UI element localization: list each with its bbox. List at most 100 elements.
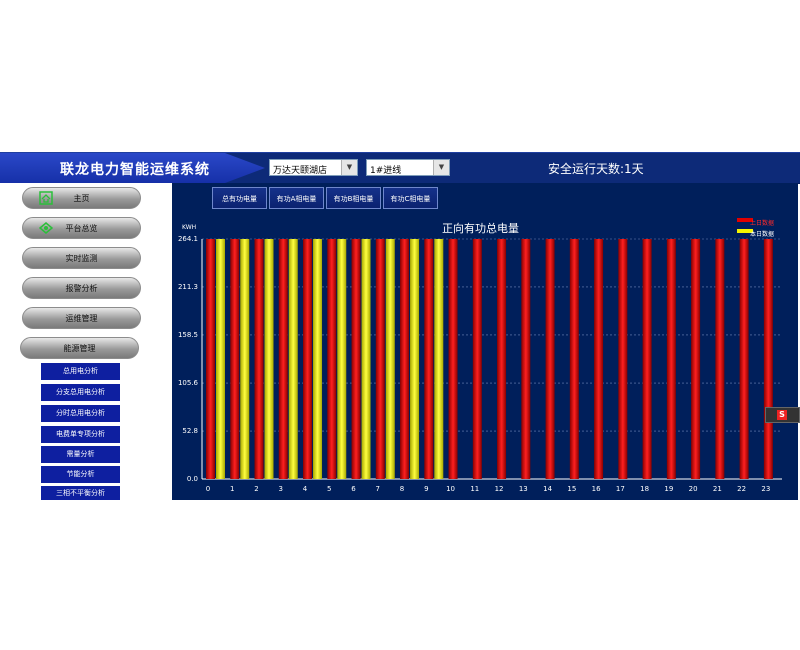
- x-tick-label: 1: [230, 485, 234, 493]
- x-tick-label: 21: [713, 485, 722, 493]
- bar-prev-day: [642, 239, 652, 479]
- x-tick-label: 12: [495, 485, 504, 493]
- bar-prev-day: [424, 239, 434, 479]
- x-tick-label: 9: [424, 485, 428, 493]
- x-tick-label: 18: [640, 485, 649, 493]
- bar-prev-day: [375, 239, 385, 479]
- x-tick-label: 2: [254, 485, 258, 493]
- x-tick-label: 13: [519, 485, 528, 493]
- y-tick-label: 211.3: [178, 283, 198, 291]
- chart-panel: 总有功电量 有功A相电量 有功B相电量 有功C相电量 正向有功总电量 上日数据 …: [172, 183, 798, 500]
- bar-prev-day: [448, 239, 458, 479]
- submenu-item[interactable]: 三相不平衡分析: [41, 486, 120, 500]
- bar-prev-day: [327, 239, 337, 479]
- x-tick-label: 0: [206, 485, 210, 493]
- menu-alarm[interactable]: 报警分析: [22, 277, 141, 299]
- y-tick-label: 105.6: [178, 379, 199, 387]
- app-title: 联龙电力智能运维系统: [60, 162, 210, 178]
- bar-prev-day: [472, 239, 482, 479]
- bar-prev-day: [206, 239, 215, 479]
- submenu-item[interactable]: 总用电分析: [41, 363, 120, 380]
- x-tick-label: 17: [616, 485, 625, 493]
- home-icon: [39, 191, 53, 205]
- floating-widget[interactable]: S: [765, 407, 800, 423]
- bar-today: [240, 239, 250, 479]
- bar-today: [434, 239, 444, 479]
- x-tick-label: 14: [543, 485, 552, 493]
- line-select[interactable]: 1#进线 ▼: [366, 159, 450, 176]
- bar-today: [410, 239, 420, 479]
- submenu-item[interactable]: 节能分析: [41, 466, 120, 483]
- y-tick-label: 158.5: [178, 331, 198, 339]
- bar-prev-day: [521, 239, 531, 479]
- menu-realtime[interactable]: 实时监测: [22, 247, 141, 269]
- bar-prev-day: [400, 239, 410, 479]
- menu-ops[interactable]: 运维管理: [22, 307, 141, 329]
- x-tick-label: 16: [592, 485, 601, 493]
- x-tick-label: 10: [446, 485, 455, 493]
- bar-prev-day: [545, 239, 555, 479]
- menu-ops-label: 运维管理: [65, 314, 98, 323]
- menu-home-label: 主页: [73, 194, 90, 203]
- x-tick-label: 22: [737, 485, 746, 493]
- y-tick-label: 264.1: [178, 235, 198, 243]
- x-tick-label: 7: [376, 485, 380, 493]
- menu-energy[interactable]: 能源管理: [20, 337, 139, 359]
- x-tick-label: 20: [689, 485, 698, 493]
- chevron-down-icon[interactable]: ▼: [433, 160, 449, 175]
- uptime-text: 安全运行天数:1天: [548, 162, 644, 176]
- menu-energy-label: 能源管理: [63, 344, 96, 353]
- bar-prev-day: [351, 239, 361, 479]
- menu-realtime-label: 实时监测: [65, 254, 98, 263]
- bar-prev-day: [691, 239, 701, 479]
- bar-today: [216, 239, 225, 479]
- x-tick-label: 15: [567, 485, 576, 493]
- y-axis-label: KWH: [182, 224, 196, 231]
- chevron-down-icon[interactable]: ▼: [341, 160, 357, 175]
- bar-prev-day: [763, 239, 773, 479]
- x-tick-label: 5: [327, 485, 331, 493]
- bar-chart: KWH0.052.8105.6158.5211.3264.10 1 2 3 4 5 6 7 8 9…: [178, 224, 782, 493]
- top-header: 联龙电力智能运维系统 万达天颐湖店 ▼ 1#进线 ▼ 安全运行天数:1天: [0, 152, 800, 184]
- site-select-value: 万达天颐湖店: [273, 166, 328, 176]
- x-tick-label: 6: [351, 485, 356, 493]
- bar-prev-day: [254, 239, 264, 479]
- x-tick-label: 23: [761, 485, 770, 493]
- bar-prev-day: [569, 239, 579, 479]
- bar-prev-day: [497, 239, 507, 479]
- x-tick-label: 8: [400, 485, 404, 493]
- submenu-item[interactable]: 分时总用电分析: [41, 405, 120, 422]
- submenu-item[interactable]: 电费单专项分析: [41, 426, 120, 443]
- bar-today: [288, 239, 298, 479]
- menu-overview-label: 平台总览: [65, 224, 98, 233]
- line-select-value: 1#进线: [370, 166, 402, 176]
- bar-prev-day: [618, 239, 628, 479]
- s-logo-icon: S: [777, 410, 787, 420]
- bar-today: [385, 239, 395, 479]
- bar-prev-day: [715, 239, 725, 479]
- site-select[interactable]: 万达天颐湖店 ▼: [269, 159, 358, 176]
- y-tick-label: 52.8: [182, 427, 198, 435]
- menu-overview[interactable]: 平台总览: [22, 217, 141, 239]
- x-tick-label: 11: [470, 485, 479, 493]
- bar-prev-day: [666, 239, 676, 479]
- menu-home[interactable]: 主页: [22, 187, 141, 209]
- x-tick-label: 19: [664, 485, 673, 493]
- sidebar: 主页 平台总览 实时监测 报警分析 运维管理 能源管理 总用电分析 分支总用电分…: [0, 183, 172, 500]
- bar-today: [264, 239, 274, 479]
- bar-prev-day: [278, 239, 288, 479]
- x-tick-label: 4: [303, 485, 308, 493]
- bar-today: [337, 239, 347, 479]
- overview-icon: [39, 222, 53, 234]
- y-tick-label: 0.0: [187, 475, 198, 483]
- x-tick-label: 3: [279, 485, 283, 493]
- bar-prev-day: [739, 239, 749, 479]
- bar-prev-day: [303, 239, 313, 479]
- submenu-item[interactable]: 分支总用电分析: [41, 384, 120, 401]
- menu-alarm-label: 报警分析: [65, 284, 98, 293]
- bar-prev-day: [230, 239, 240, 479]
- bar-today: [361, 239, 371, 479]
- bar-today: [313, 239, 323, 479]
- submenu-item[interactable]: 需量分析: [41, 446, 120, 463]
- bar-prev-day: [594, 239, 604, 479]
